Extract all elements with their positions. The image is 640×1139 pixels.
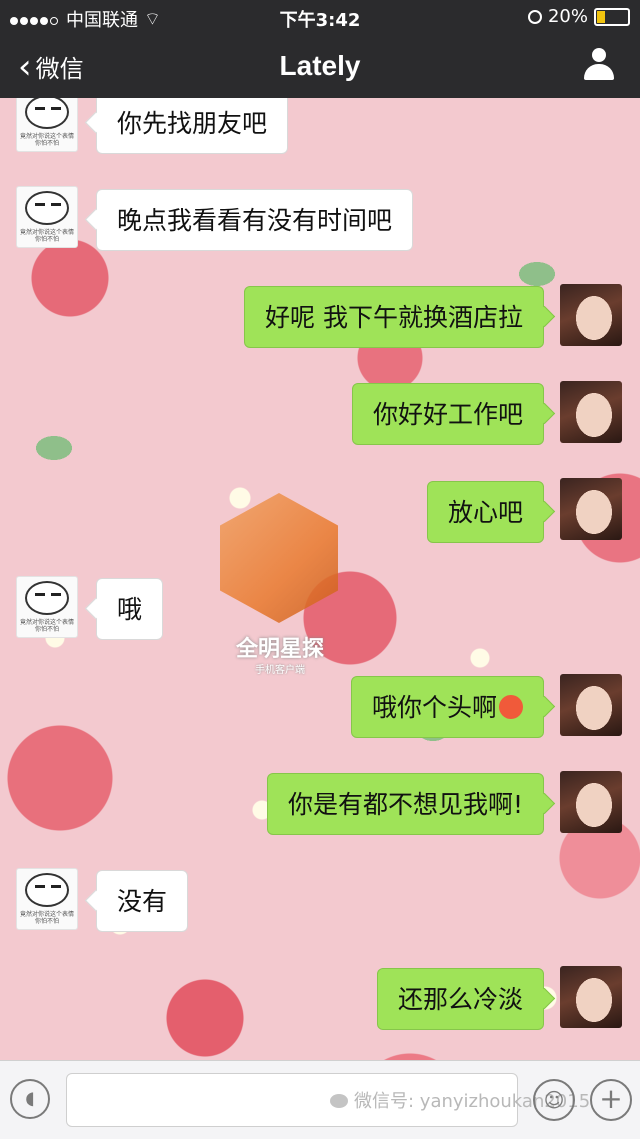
emoji-icon[interactable]: ☺	[533, 1079, 575, 1121]
battery-percent: 20%	[547, 6, 588, 27]
avatar[interactable]	[560, 674, 622, 736]
avatar[interactable]	[560, 284, 622, 346]
avatar[interactable]	[560, 771, 622, 833]
message-bubble-incoming[interactable]: 晚点我看看有没有时间吧	[96, 189, 414, 251]
message-bubble-incoming[interactable]: 你先找朋友吧	[96, 98, 289, 154]
message-bubble-incoming[interactable]: 没有	[96, 870, 189, 932]
nav-bar: ‹ 微信 Lately	[0, 34, 640, 98]
avatar-caption: 竟然对你说这个表情 你怕不怕	[20, 229, 75, 243]
input-bar: ◖ 微信号: yanyizhoukan2015 ☺ +	[0, 1060, 640, 1139]
voice-input-icon[interactable]: ◖	[10, 1079, 50, 1119]
wechat-icon	[330, 1094, 348, 1108]
message-bubble-outgoing[interactable]: 放心吧	[426, 481, 544, 543]
message-bubble-outgoing[interactable]: 你好好工作吧	[351, 383, 544, 445]
status-right: 20%	[527, 6, 630, 27]
avatar[interactable]	[560, 478, 622, 540]
blushing-face-emoji-icon	[499, 695, 523, 719]
watermark-subtitle: 手机客户端	[255, 665, 305, 676]
message-bubble-incoming[interactable]: 哦	[96, 578, 164, 640]
battery-icon	[594, 7, 630, 26]
watermark-cube-icon	[220, 493, 338, 623]
message-bubble-outgoing[interactable]: 好呢 我下午就换酒店拉	[244, 286, 544, 348]
avatar-caption: 竟然对你说这个表情 你怕不怕	[20, 619, 75, 633]
chat-area[interactable]: 竟然对你说这个表情 你怕不怕 你先找朋友吧 竟然对你说这个表情 你怕不怕 晚点我…	[0, 98, 640, 1060]
message-bubble-outgoing[interactable]: 你是有都不想见我啊!	[266, 773, 544, 835]
avatar[interactable]: 竟然对你说这个表情 你怕不怕	[16, 98, 78, 152]
avatar[interactable]: 竟然对你说这个表情 你怕不怕	[16, 868, 78, 930]
plus-icon[interactable]: +	[590, 1079, 632, 1121]
watermark-title: 全明星探	[235, 637, 324, 662]
rotation-lock-icon	[527, 9, 542, 24]
avatar[interactable]: 竟然对你说这个表情 你怕不怕	[16, 186, 78, 248]
avatar-caption: 竟然对你说这个表情 你怕不怕	[20, 911, 75, 925]
message-bubble-outgoing[interactable]: 哦你个头啊	[350, 676, 544, 738]
avatar[interactable]	[560, 966, 622, 1028]
avatar[interactable]	[560, 381, 622, 443]
avatar-caption: 竟然对你说这个表情 你怕不怕	[20, 133, 75, 147]
message-text: 哦你个头啊	[371, 693, 497, 722]
chat-title: Lately	[279, 50, 361, 81]
watermark-logo: 全明星探 手机客户端	[215, 493, 345, 713]
status-bar: 中国联通 ⌔ 下午3:42 20%	[0, 0, 640, 34]
message-bubble-outgoing[interactable]: 还那么冷淡	[376, 968, 544, 1030]
avatar[interactable]: 竟然对你说这个表情 你怕不怕	[16, 576, 78, 638]
contact-profile-icon[interactable]	[584, 48, 614, 82]
